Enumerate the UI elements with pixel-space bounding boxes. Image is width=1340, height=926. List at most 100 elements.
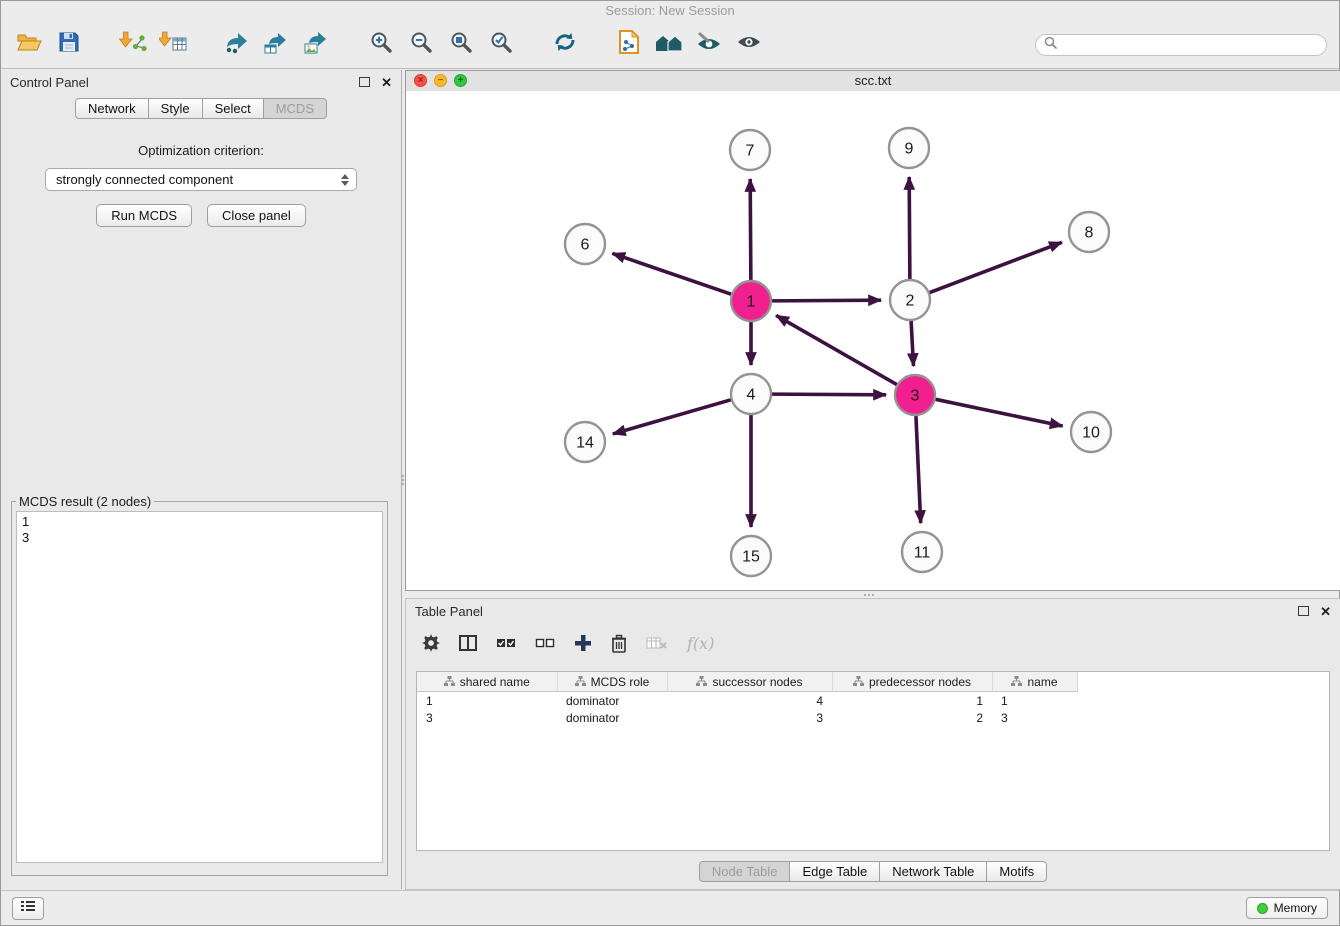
table-cell[interactable]: 4 [667, 692, 832, 710]
tab-network[interactable]: Network [75, 98, 149, 119]
app-window: Session: New Session [0, 0, 1340, 926]
close-panel-button[interactable]: Close panel [207, 204, 306, 227]
column-header-successor-nodes[interactable]: successor nodes [667, 672, 832, 692]
search-field[interactable] [1035, 34, 1327, 56]
edge-3-11[interactable] [916, 416, 921, 523]
show-hide-panels-button[interactable] [653, 27, 685, 63]
eye-icon [736, 31, 762, 58]
column-type-icon [575, 675, 586, 689]
table-cell[interactable]: 1 [832, 692, 992, 710]
apply-layout-button[interactable] [549, 27, 581, 63]
delete-trash-icon[interactable] [611, 634, 627, 653]
export-table-button[interactable] [261, 27, 293, 63]
edge-1-7[interactable] [750, 179, 751, 280]
tab-motifs[interactable]: Motifs [986, 861, 1047, 882]
first-neighbors-button[interactable] [613, 27, 645, 63]
search-input[interactable] [1062, 37, 1318, 53]
tab-node-table[interactable]: Node Table [699, 861, 791, 882]
edge-3-10[interactable] [936, 399, 1063, 426]
import-table-icon [159, 30, 187, 59]
tab-edge-table[interactable]: Edge Table [789, 861, 880, 882]
vertical-splitter-handle[interactable] [400, 467, 405, 493]
svg-text:14: 14 [576, 435, 594, 452]
graph-node-9[interactable]: 9 [889, 128, 929, 168]
import-network-button[interactable] [117, 27, 149, 63]
export-image-button[interactable] [301, 27, 333, 63]
table-cell[interactable]: 1 [417, 692, 557, 710]
column-header-predecessor-nodes[interactable]: predecessor nodes [832, 672, 992, 692]
horizontal-splitter-handle[interactable] [856, 592, 882, 597]
add-column-plus-icon[interactable] [574, 634, 592, 652]
table-cell[interactable]: 1 [992, 692, 1077, 710]
style-preview-button[interactable] [693, 27, 725, 63]
close-table-panel-icon[interactable]: ✕ [1320, 605, 1331, 618]
table-cell[interactable]: 2 [832, 709, 992, 726]
table-cell[interactable]: dominator [557, 709, 667, 726]
zoom-in-button[interactable] [365, 27, 397, 63]
close-window-icon[interactable]: × [414, 74, 427, 87]
network-graph[interactable]: 7 9 6 8 1 2 4 3 14 10 15 11 [406, 91, 1340, 590]
tab-select[interactable]: Select [202, 98, 264, 119]
table-cell[interactable]: 3 [667, 709, 832, 726]
zoom-selected-button[interactable] [485, 27, 517, 63]
tab-mcds[interactable]: MCDS [263, 98, 327, 119]
function-builder-icon[interactable]: f(x) [687, 634, 714, 653]
table-cell[interactable]: 3 [992, 709, 1077, 726]
run-mcds-button[interactable]: Run MCDS [96, 204, 192, 227]
graph-node-8[interactable]: 8 [1069, 212, 1109, 252]
import-table-button[interactable] [157, 27, 189, 63]
network-canvas[interactable]: 7 9 6 8 1 2 4 3 14 10 15 11 [406, 91, 1340, 590]
tab-style[interactable]: Style [148, 98, 203, 119]
criterion-dropdown[interactable]: strongly connected component [45, 168, 357, 191]
show-columns-icon[interactable] [459, 635, 477, 651]
column-header-mcds-role[interactable]: MCDS role [557, 672, 667, 692]
float-table-panel-icon[interactable] [1298, 606, 1309, 616]
edge-3-1[interactable] [776, 315, 897, 384]
table-row[interactable]: 3dominator323 [417, 709, 1077, 726]
table-row[interactable]: 1dominator411 [417, 692, 1077, 710]
column-header-shared-name[interactable]: shared name [417, 672, 557, 692]
memory-button[interactable]: Memory [1246, 897, 1328, 919]
open-session-button[interactable] [13, 27, 45, 63]
edge-4-3[interactable] [772, 394, 886, 395]
edge-1-6[interactable] [612, 253, 731, 294]
column-label: MCDS role [591, 675, 650, 689]
table-cell[interactable]: dominator [557, 692, 667, 710]
graph-node-11[interactable]: 11 [902, 532, 942, 572]
edge-2-9[interactable] [909, 177, 910, 279]
mcds-result-item[interactable]: 3 [22, 530, 377, 546]
export-network-button[interactable] [221, 27, 253, 63]
deselect-all-rows-icon[interactable] [535, 636, 555, 650]
table-settings-gear-icon[interactable] [422, 634, 440, 652]
mcds-result-group: MCDS result (2 nodes) 13 [11, 494, 388, 876]
graph-node-15[interactable]: 15 [731, 536, 771, 576]
task-history-button[interactable] [12, 897, 44, 920]
edge-4-14[interactable] [613, 400, 731, 434]
zoom-window-icon[interactable]: + [454, 74, 467, 87]
graph-node-4[interactable]: 4 [731, 374, 771, 414]
minimize-window-icon[interactable]: − [434, 74, 447, 87]
graph-node-3[interactable]: 3 [895, 375, 935, 415]
close-panel-icon[interactable]: ✕ [381, 76, 392, 89]
graph-node-1[interactable]: 1 [731, 281, 771, 321]
table-cell[interactable]: 3 [417, 709, 557, 726]
mcds-result-list[interactable]: 13 [16, 511, 383, 863]
graph-node-10[interactable]: 10 [1071, 412, 1111, 452]
zoom-fit-button[interactable] [445, 27, 477, 63]
graph-node-7[interactable]: 7 [730, 130, 770, 170]
save-session-button[interactable] [53, 27, 85, 63]
edge-2-8[interactable] [930, 242, 1062, 292]
mcds-result-item[interactable]: 1 [22, 514, 377, 530]
edge-1-2[interactable] [772, 300, 881, 301]
show-graphics-details-button[interactable] [733, 27, 765, 63]
graph-node-6[interactable]: 6 [565, 224, 605, 264]
float-panel-icon[interactable] [359, 77, 370, 87]
zoom-out-button[interactable] [405, 27, 437, 63]
graph-node-14[interactable]: 14 [565, 422, 605, 462]
column-header-name[interactable]: name [992, 672, 1077, 692]
tab-network-table[interactable]: Network Table [879, 861, 987, 882]
select-all-rows-icon[interactable] [496, 636, 516, 650]
edge-2-3[interactable] [911, 321, 913, 366]
graph-node-2[interactable]: 2 [890, 280, 930, 320]
delete-table-icon[interactable] [646, 636, 668, 650]
